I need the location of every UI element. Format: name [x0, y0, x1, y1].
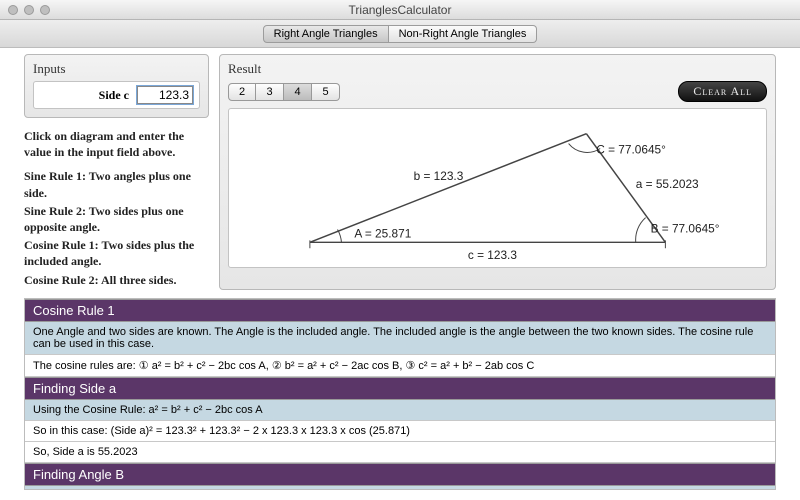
label-b: b = 123.3 — [414, 169, 464, 183]
instructions-intro: Click on diagram and enter the value in … — [24, 128, 209, 160]
sine-rule-1: Sine Rule 1: Two angles plus one side. — [24, 168, 209, 200]
minimize-icon[interactable] — [24, 5, 34, 15]
clear-all-button[interactable]: Clear All — [678, 81, 767, 102]
side-c-input[interactable] — [137, 86, 193, 104]
titlebar: TrianglesCalculator — [0, 0, 800, 20]
dp-2[interactable]: 2 — [228, 83, 256, 101]
sine-rule-2: Sine Rule 2: Two sides plus one opposite… — [24, 203, 209, 235]
label-B: B = 77.0645° — [651, 221, 720, 235]
triangle-diagram[interactable]: A = 25.871 B = 77.0645° C = 77.0645° a =… — [228, 108, 767, 268]
result-panel: Result 2 3 4 5 Clear All — [219, 54, 776, 290]
section-angle-b: Finding Angle B — [25, 463, 775, 486]
tab-bar: Right Angle Triangles Non-Right Angle Tr… — [0, 20, 800, 48]
inputs-panel: Inputs Side c — [24, 54, 209, 118]
window-title: TrianglesCalculator — [0, 3, 800, 17]
tab-non-right-angle[interactable]: Non-Right Angle Triangles — [389, 25, 538, 43]
app-window: TrianglesCalculator Right Angle Triangle… — [0, 0, 800, 500]
label-C: C = 77.0645° — [596, 142, 666, 156]
row-side-a-sub: So in this case: (Side a)² = 123.3² + 12… — [25, 421, 775, 442]
row-angle-b-rule: Using the rearranged Cosine Rule: Cos B … — [25, 486, 775, 490]
tab-right-angle[interactable]: Right Angle Triangles — [263, 25, 389, 43]
result-toolbar: 2 3 4 5 Clear All — [228, 81, 767, 102]
zoom-icon[interactable] — [40, 5, 50, 15]
content-area: Inputs Side c Click on diagram and enter… — [0, 48, 800, 500]
inputs-title: Inputs — [33, 61, 200, 77]
label-A: A = 25.871 — [354, 226, 411, 240]
label-c: c = 123.3 — [468, 248, 517, 262]
triangle-svg: A = 25.871 B = 77.0645° C = 77.0645° a =… — [229, 109, 766, 267]
instructions: Click on diagram and enter the value in … — [24, 128, 209, 290]
input-row: Side c — [33, 81, 200, 109]
input-label: Side c — [99, 88, 129, 103]
top-row: Inputs Side c Click on diagram and enter… — [24, 54, 776, 290]
close-icon[interactable] — [8, 5, 18, 15]
label-a: a = 55.2023 — [636, 177, 699, 191]
section-side-a: Finding Side a — [25, 377, 775, 400]
dp-4[interactable]: 4 — [284, 83, 312, 101]
row-side-a-rule: Using the Cosine Rule: a² = b² + c² − 2b… — [25, 400, 775, 421]
output-scroll[interactable]: Cosine Rule 1 One Angle and two sides ar… — [24, 298, 776, 490]
row-explain: One Angle and two sides are known. The A… — [25, 322, 775, 355]
decimal-places-segment: 2 3 4 5 — [228, 83, 340, 101]
window-controls — [0, 5, 50, 15]
dp-3[interactable]: 3 — [256, 83, 284, 101]
section-cosine-rule-1: Cosine Rule 1 — [25, 299, 775, 322]
cosine-rule-2: Cosine Rule 2: All three sides. — [24, 272, 209, 288]
row-formulas: The cosine rules are: ① a² = b² + c² − 2… — [25, 355, 775, 377]
cosine-rule-1: Cosine Rule 1: Two sides plus the includ… — [24, 237, 209, 269]
result-title: Result — [228, 61, 767, 77]
row-side-a-ans: So, Side a is 55.2023 — [25, 442, 775, 463]
dp-5[interactable]: 5 — [312, 83, 340, 101]
